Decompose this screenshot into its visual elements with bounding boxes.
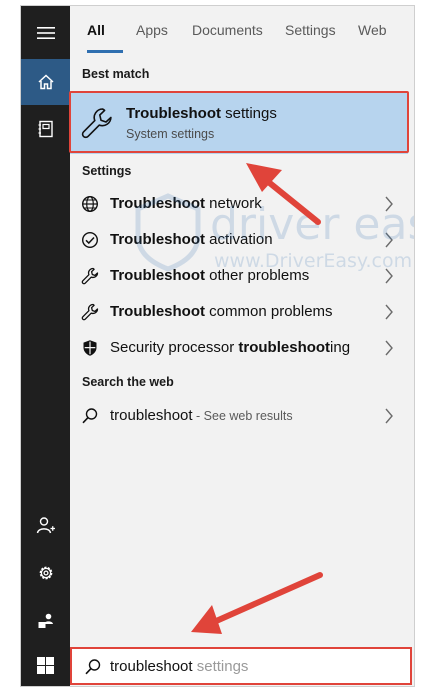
- web-result-label: troubleshoot - See web results: [110, 407, 293, 424]
- result-troubleshoot-other-problems[interactable]: Troubleshoot other problems: [70, 258, 414, 294]
- windows-logo-icon: [37, 656, 54, 674]
- tab-apps[interactable]: Apps: [136, 22, 168, 38]
- chevron-right-icon[interactable]: [384, 340, 394, 356]
- hamburger-icon: [36, 27, 55, 39]
- search-box[interactable]: troubleshoot settings: [70, 647, 412, 685]
- home-icon: [37, 74, 54, 90]
- tab-bar: All Apps Documents Settings Web: [70, 6, 414, 56]
- result-security-processor-troubleshooting[interactable]: Security processor troubleshooting: [70, 330, 414, 366]
- result-label: Troubleshoot activation: [110, 231, 273, 248]
- result-troubleshoot-common-problems[interactable]: Troubleshoot common problems: [70, 294, 414, 330]
- left-rail: [21, 6, 70, 686]
- search-icon: [82, 408, 98, 424]
- shield-icon: [83, 340, 97, 356]
- result-label: Troubleshoot common problems: [110, 303, 333, 320]
- tab-documents[interactable]: Documents: [192, 22, 263, 38]
- result-troubleshoot-network[interactable]: Troubleshoot network: [70, 186, 414, 222]
- web-search-result[interactable]: troubleshoot - See web results: [70, 398, 414, 434]
- home-button[interactable]: [21, 59, 70, 105]
- section-best-match: Best match: [82, 67, 150, 81]
- settings-button[interactable]: [21, 550, 70, 596]
- menu-button[interactable]: [21, 10, 70, 56]
- tab-all[interactable]: All: [87, 22, 105, 38]
- chevron-right-icon[interactable]: [384, 196, 394, 212]
- start-button[interactable]: [21, 642, 70, 688]
- gear-icon: [39, 566, 52, 580]
- add-user-icon: [36, 517, 55, 534]
- best-match-highlight-box: [69, 91, 409, 153]
- check-circle-icon: [81, 231, 99, 249]
- section-search-the-web: Search the web: [82, 375, 174, 389]
- result-label: Security processor troubleshooting: [110, 339, 351, 356]
- wrench-icon: [81, 267, 99, 285]
- wrench-icon: [81, 303, 99, 321]
- tab-settings[interactable]: Settings: [285, 22, 336, 38]
- globe-icon: [81, 195, 99, 213]
- notebook-icon: [38, 120, 53, 138]
- active-tab-indicator: [87, 50, 123, 53]
- result-label: Troubleshoot network: [110, 195, 262, 212]
- chevron-right-icon[interactable]: [384, 268, 394, 284]
- feedback-button[interactable]: [21, 598, 70, 644]
- account-button[interactable]: [21, 502, 70, 548]
- result-label: Troubleshoot other problems: [110, 267, 310, 284]
- documents-button[interactable]: [21, 106, 70, 152]
- section-settings: Settings: [82, 164, 132, 178]
- chevron-right-icon[interactable]: [384, 408, 394, 424]
- result-troubleshoot-activation[interactable]: Troubleshoot activation: [70, 222, 414, 258]
- feedback-icon: [38, 613, 53, 628]
- chevron-right-icon[interactable]: [384, 232, 394, 248]
- search-icon: [85, 659, 101, 675]
- search-input-text[interactable]: troubleshoot settings: [110, 658, 248, 675]
- chevron-right-icon[interactable]: [384, 304, 394, 320]
- tab-web[interactable]: Web: [358, 22, 387, 38]
